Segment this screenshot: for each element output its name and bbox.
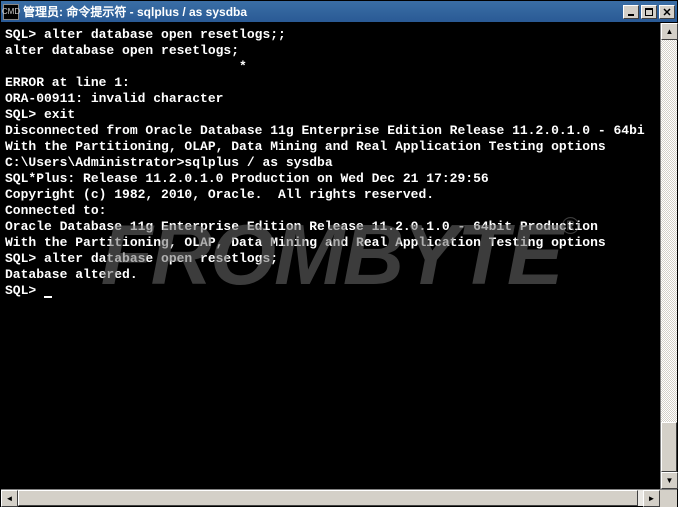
vertical-scroll-track[interactable] bbox=[661, 40, 677, 472]
terminal-line: alter database open resetlogs; bbox=[5, 43, 656, 59]
terminal-line: With the Partitioning, OLAP, Data Mining… bbox=[5, 139, 656, 155]
window-titlebar: CMD 管理员: 命令提示符 - sqlplus / as sysdba bbox=[1, 1, 677, 23]
terminal-line: SQL*Plus: Release 11.2.0.1.0 Production … bbox=[5, 171, 656, 187]
terminal-line: Database altered. bbox=[5, 267, 656, 283]
scroll-right-button[interactable]: ► bbox=[643, 490, 660, 507]
terminal-line: With the Partitioning, OLAP, Data Mining… bbox=[5, 235, 656, 251]
horizontal-scroll-track[interactable] bbox=[18, 490, 643, 506]
console-area: SQL> alter database open resetlogs;;alte… bbox=[1, 23, 677, 489]
terminal-line: ORA-00911: invalid character bbox=[5, 91, 656, 107]
terminal-output[interactable]: SQL> alter database open resetlogs;;alte… bbox=[1, 23, 660, 489]
terminal-line: Disconnected from Oracle Database 11g En… bbox=[5, 123, 656, 139]
vertical-scroll-thumb[interactable] bbox=[661, 422, 677, 472]
horizontal-scrollbar[interactable]: ◄ ► bbox=[1, 489, 677, 506]
terminal-line: Connected to: bbox=[5, 203, 656, 219]
close-button[interactable] bbox=[659, 5, 675, 19]
terminal-line: SQL> alter database open resetlogs;; bbox=[5, 27, 656, 43]
minimize-button[interactable] bbox=[623, 5, 639, 19]
terminal-line: SQL> alter database open resetlogs; bbox=[5, 251, 656, 267]
maximize-button[interactable] bbox=[641, 5, 657, 19]
terminal-line: Copyright (c) 1982, 2010, Oracle. All ri… bbox=[5, 187, 656, 203]
scrollbar-corner bbox=[660, 490, 677, 507]
terminal-line: Oracle Database 11g Enterprise Edition R… bbox=[5, 219, 656, 235]
window-buttons bbox=[623, 5, 675, 19]
terminal-line: SQL> bbox=[5, 283, 656, 299]
cursor bbox=[44, 296, 52, 298]
terminal-line: C:\Users\Administrator>sqlplus / as sysd… bbox=[5, 155, 656, 171]
scroll-left-button[interactable]: ◄ bbox=[1, 490, 18, 507]
terminal-line: ERROR at line 1: bbox=[5, 75, 656, 91]
window-title: 管理员: 命令提示符 - sqlplus / as sysdba bbox=[23, 3, 623, 20]
scroll-up-button[interactable]: ▲ bbox=[661, 23, 678, 40]
scroll-down-button[interactable]: ▼ bbox=[661, 472, 678, 489]
cmd-icon: CMD bbox=[3, 4, 19, 20]
terminal-line: SQL> exit bbox=[5, 107, 656, 123]
horizontal-scroll-thumb[interactable] bbox=[18, 490, 638, 506]
terminal-line: * bbox=[5, 59, 656, 75]
vertical-scrollbar[interactable]: ▲ ▼ bbox=[660, 23, 677, 489]
